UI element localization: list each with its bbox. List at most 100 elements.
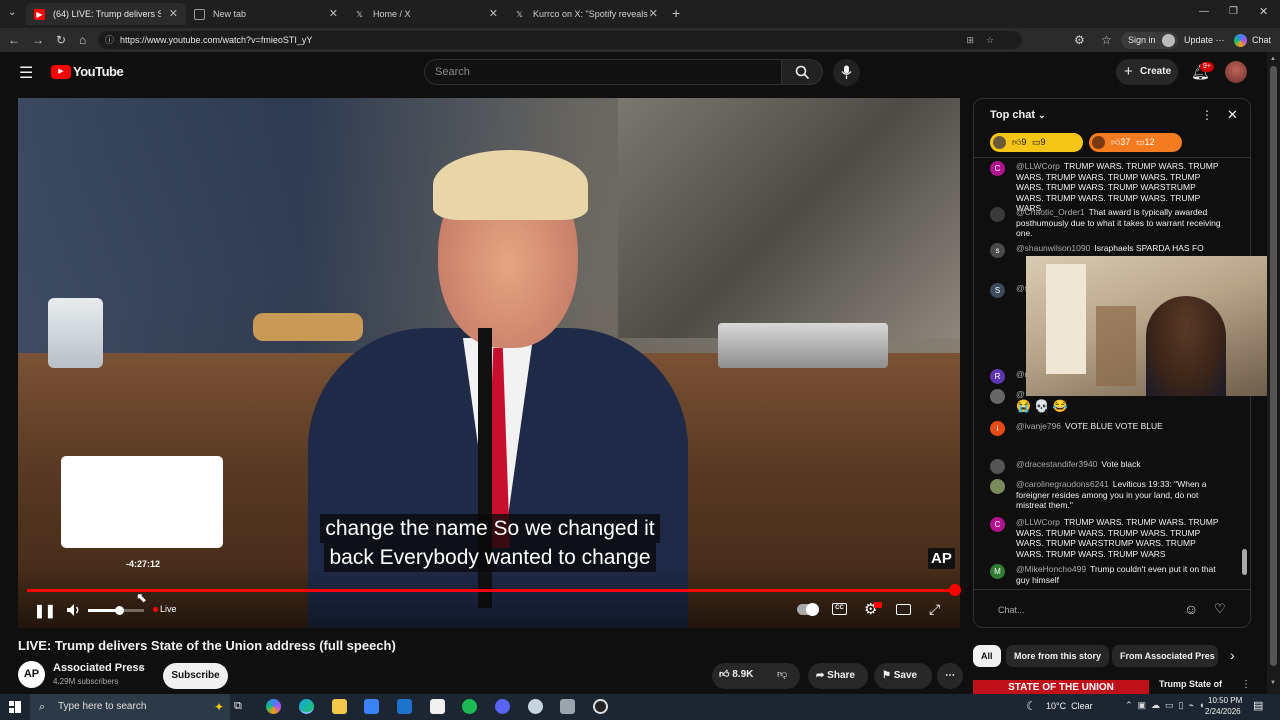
- chat-author[interactable]: @shaunwilson1090: [1016, 243, 1090, 253]
- tray-icons[interactable]: ⌃▣☁▭▯⌁◖: [1125, 700, 1209, 711]
- more-actions-button[interactable]: ⋯: [937, 663, 963, 689]
- tab-home-x[interactable]: 𝕏 Home / X ✕: [346, 3, 506, 25]
- emoji-picker-icon[interactable]: ☺: [1184, 601, 1198, 617]
- volume-icon[interactable]: [66, 603, 82, 617]
- chevron-right-icon[interactable]: ›: [1230, 647, 1235, 663]
- clock-date[interactable]: 2/24/2026: [1205, 707, 1241, 716]
- page-scrollbar[interactable]: ▲ ▼: [1267, 52, 1280, 694]
- voice-search-button[interactable]: [833, 59, 860, 86]
- chat-avatar[interactable]: C: [990, 161, 1005, 176]
- chat-avatar[interactable]: [990, 459, 1005, 474]
- create-button[interactable]: + Create: [1116, 59, 1178, 85]
- page-scroll-up-icon[interactable]: ▲: [1270, 56, 1276, 62]
- chat-avatar[interactable]: C: [990, 517, 1005, 532]
- progress-scrubber[interactable]: [949, 584, 961, 596]
- autoplay-toggle[interactable]: [797, 603, 819, 616]
- progress-bar[interactable]: [27, 589, 956, 592]
- weather-text[interactable]: 10°C Clear: [1046, 701, 1093, 711]
- search-button[interactable]: [781, 59, 823, 85]
- pause-button[interactable]: ❚❚: [34, 603, 56, 619]
- tab-actions-icon[interactable]: ⌄: [8, 7, 16, 18]
- related-video-thumbnail[interactable]: STATE OF THE UNION: [973, 680, 1149, 694]
- favorite-star-icon[interactable]: ☆: [986, 31, 994, 49]
- store-icon[interactable]: [364, 699, 379, 714]
- dislike-button[interactable]: 👎︎: [777, 668, 787, 680]
- apps-icon[interactable]: ⊞: [966, 31, 974, 49]
- sign-in-button[interactable]: Sign in: [1121, 32, 1178, 49]
- chat-scrollbar-thumb[interactable]: [1242, 549, 1247, 575]
- close-tab-icon[interactable]: ✕: [169, 7, 178, 20]
- steam-icon[interactable]: [528, 699, 543, 714]
- obs-icon[interactable]: [593, 699, 608, 714]
- subscribe-button[interactable]: Subscribe: [163, 663, 228, 689]
- youtube-logo[interactable]: ▶ YouTube: [51, 64, 124, 79]
- channel-name[interactable]: Associated Press: [53, 662, 145, 674]
- back-icon[interactable]: ←: [8, 33, 20, 47]
- tab-new-tab[interactable]: New tab ✕: [186, 3, 346, 25]
- maximize-icon[interactable]: ❐: [1229, 6, 1238, 17]
- chat-avatar[interactable]: i: [990, 421, 1005, 436]
- volume-knob[interactable]: [114, 606, 124, 615]
- subtitles-icon[interactable]: CC: [832, 603, 847, 615]
- theater-mode-icon[interactable]: [896, 604, 911, 615]
- file-explorer-icon[interactable]: [332, 699, 347, 714]
- spotify-icon[interactable]: [462, 699, 477, 714]
- refresh-icon[interactable]: ↻: [56, 33, 66, 47]
- clock-time[interactable]: 10:50 PM: [1208, 696, 1242, 705]
- close-tab-icon[interactable]: ✕: [649, 7, 658, 20]
- chat-author[interactable]: @ivanje796: [1016, 421, 1061, 431]
- taskbar-search-input[interactable]: ⌕ Type here to search ✦: [30, 694, 230, 720]
- chat-author[interactable]: @Chaotic_Order1: [1016, 207, 1085, 217]
- edge-icon[interactable]: [299, 699, 314, 714]
- pinned-ticker-1[interactable]: 👍︎9 ▭9: [990, 133, 1083, 152]
- weather-icon[interactable]: ☾: [1026, 699, 1037, 713]
- close-tab-icon[interactable]: ✕: [489, 7, 498, 20]
- chat-avatar[interactable]: R: [990, 369, 1005, 384]
- new-tab-button[interactable]: +: [672, 5, 680, 21]
- document-icon[interactable]: [430, 699, 445, 714]
- chat-mode-dropdown[interactable]: Top chat ⌄: [990, 109, 1046, 121]
- chip-more-from-this-story[interactable]: More from this story: [1006, 645, 1110, 667]
- notification-center-icon[interactable]: ▤: [1253, 699, 1263, 712]
- chat-avatar[interactable]: [990, 207, 1005, 222]
- minimize-icon[interactable]: —: [1199, 6, 1209, 17]
- chip-all[interactable]: All: [973, 645, 1001, 667]
- mail-icon[interactable]: [397, 699, 412, 714]
- tab-kurrco-x[interactable]: 𝕏 Kurrco on X: "Spotify reveals its li ✕: [506, 3, 666, 25]
- channel-avatar[interactable]: AP: [18, 661, 45, 688]
- favorites-icon[interactable]: ☆: [1101, 33, 1112, 47]
- forward-icon[interactable]: →: [32, 33, 44, 47]
- chat-author[interactable]: @LLWCorp: [1016, 517, 1060, 527]
- related-more-icon[interactable]: ⋮: [1241, 679, 1251, 690]
- like-button[interactable]: 👍︎ 8.9K: [719, 668, 753, 680]
- extensions-icon[interactable]: ⚙: [1074, 33, 1085, 47]
- home-icon[interactable]: ⌂: [79, 33, 86, 47]
- menu-icon[interactable]: ☰: [19, 63, 33, 83]
- update-button[interactable]: Update ⋯: [1177, 32, 1232, 49]
- chat-author[interactable]: @: [1016, 389, 1025, 399]
- tab-youtube[interactable]: ▶ (64) LIVE: Trump delivers State ✕: [26, 3, 186, 25]
- site-info-icon[interactable]: ⓘ: [105, 31, 114, 49]
- chat-avatar[interactable]: S: [990, 283, 1005, 298]
- discord-icon[interactable]: [495, 699, 510, 714]
- close-chat-icon[interactable]: ✕: [1227, 107, 1238, 123]
- chat-author[interactable]: @carolinegraudons6241: [1016, 479, 1109, 489]
- save-button[interactable]: ⚑ Save: [874, 663, 932, 689]
- account-avatar[interactable]: [1225, 61, 1247, 83]
- chat-author[interactable]: @MikeHoncho499: [1016, 564, 1086, 574]
- heart-icon[interactable]: ♡: [1214, 601, 1226, 617]
- fullscreen-icon[interactable]: ⤢: [929, 601, 940, 618]
- app-icon[interactable]: [560, 699, 575, 714]
- task-view-icon[interactable]: ⧉: [234, 700, 242, 713]
- chat-author[interactable]: @dracestandifer3940: [1016, 459, 1097, 469]
- chat-avatar[interactable]: [990, 389, 1005, 404]
- live-label[interactable]: Live: [160, 604, 177, 614]
- search-input[interactable]: Search: [424, 59, 782, 85]
- chat-avatar[interactable]: [990, 479, 1005, 494]
- related-video-title[interactable]: Trump State of: [1159, 679, 1222, 689]
- chat-avatar[interactable]: M: [990, 564, 1005, 579]
- page-scrollbar-thumb[interactable]: [1270, 66, 1277, 666]
- page-scroll-down-icon[interactable]: ▼: [1270, 680, 1276, 686]
- chat-input[interactable]: Chat...: [990, 601, 1180, 619]
- more-options-icon[interactable]: ⋮: [1201, 108, 1213, 122]
